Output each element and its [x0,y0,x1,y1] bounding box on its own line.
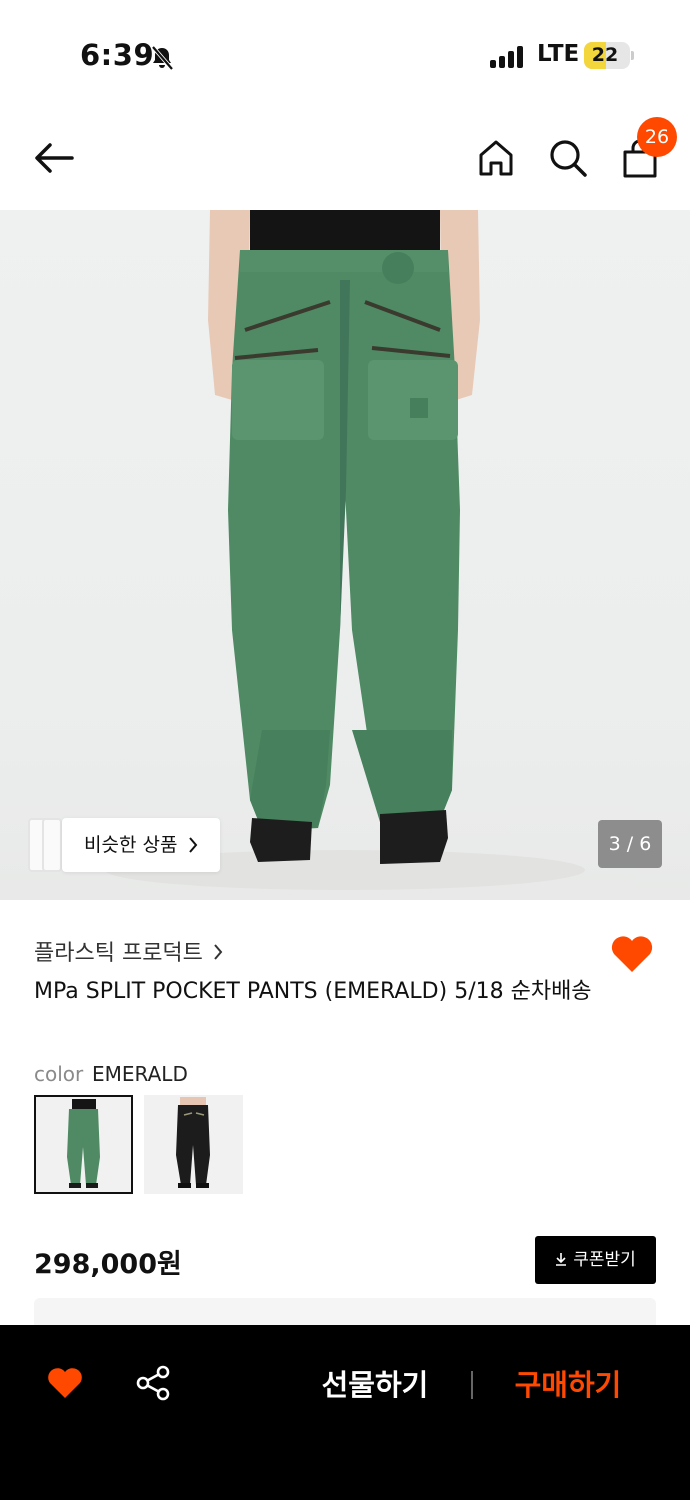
heart-icon[interactable] [46,1366,84,1400]
coupon-download-button[interactable]: 쿠폰받기 [535,1236,656,1284]
chevron-right-icon [189,837,198,853]
color-swatch-emerald[interactable] [34,1095,133,1194]
chevron-right-icon [214,944,223,960]
wishlist-heart-icon[interactable] [609,934,655,974]
similar-products-button[interactable]: 비슷한 상품 [62,818,220,872]
battery-icon: 22 [584,42,630,69]
similar-products-label: 비슷한 상품 [84,834,178,856]
gift-button[interactable]: 선물하기 [310,1363,440,1407]
brand-link[interactable]: 플라스틱 프로덕트 [34,935,223,967]
download-icon [556,1253,567,1266]
share-icon[interactable] [135,1365,171,1401]
color-value: EMERALD [92,1062,188,1086]
signal-icon [490,44,526,68]
product-price: 298,000원 [34,1249,182,1280]
pants-photo [105,210,585,890]
brand-name: 플라스틱 프로덕트 [34,941,203,966]
status-bar: 6:39 LTE 22 [0,0,690,110]
back-arrow-icon[interactable] [30,138,78,178]
coupon-label: 쿠폰받기 [573,1250,636,1270]
top-nav-bar [0,110,690,210]
status-time: 6:39 [80,38,155,72]
product-image[interactable] [0,210,690,900]
product-title: MPa SPLIT POCKET PANTS (EMERALD) 5/18 순차… [34,979,592,1004]
bottom-action-bar: 선물하기 구매하기 [0,1325,690,1500]
color-swatch-black[interactable] [144,1095,243,1194]
divider [471,1371,473,1399]
network-type: LTE [537,41,580,67]
image-page-indicator: 3 / 6 [598,820,662,868]
battery-level: 22 [591,44,619,66]
color-label: color [34,1062,84,1086]
cart-count-badge: 26 [637,117,677,157]
buy-button[interactable]: 구매하기 [500,1363,636,1407]
bell-slash-icon [151,45,174,71]
search-icon[interactable] [548,138,588,178]
home-icon[interactable] [476,138,516,178]
